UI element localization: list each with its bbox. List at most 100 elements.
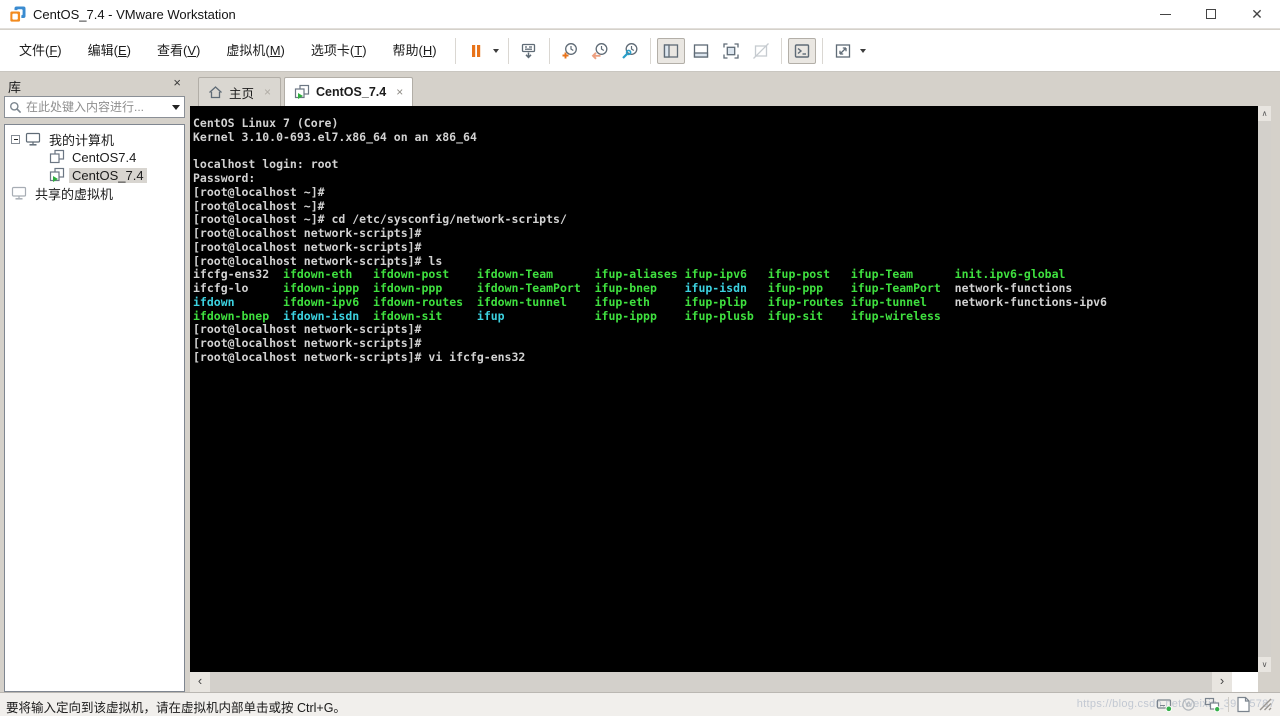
terminal-text: ifcfg-lo [193,281,284,295]
message-log-icon[interactable] [1236,696,1251,713]
show-thumbnails-button[interactable] [687,38,715,64]
terminal-text: ifup-sit [767,308,851,323]
menu-toolbar-row: 文件(F) 编辑(E) 查看(V) 虚拟机(M) 选项卡(T) 帮助(H) [0,30,1280,72]
tab-CentOS_7.4[interactable]: CentOS_7.4 × [284,77,414,106]
menu-item[interactable]: 编辑(E) [75,30,144,72]
terminal-text: [root@localhost network-scripts]# vi ifc… [193,349,526,364]
minimize-button[interactable] [1142,0,1188,28]
library-close-icon[interactable]: × [173,75,181,90]
guest-console-screen[interactable]: CentOS Linux 7 (Core) Kernel 3.10.0-693.e… [190,106,1258,672]
terminal-text: [root@localhost network-scripts]# [193,322,422,337]
console-view-icon [792,41,812,61]
terminal-text: Password: [193,171,256,185]
fit-guest-icon [833,41,853,61]
scroll-down-icon[interactable]: ∨ [1258,657,1271,672]
manage-snapshots-button[interactable] [616,38,644,64]
status-message: 要将输入定向到该虚拟机，请在虚拟机内部单击或按 Ctrl+G。 [6,701,346,715]
sidebar-item-共享的虚拟机[interactable]: 共享的虚拟机 [5,184,184,202]
terminal-text: [root@localhost ~]# cd /etc/sysconfig/ne… [193,212,567,227]
tab-close-icon[interactable]: × [264,85,271,99]
scroll-left-icon[interactable]: ‹ [190,672,210,692]
ctrl-alt-del-button[interactable] [515,38,543,64]
terminal-text: [root@localhost network-scripts]# [193,336,422,350]
hard-disk-icon[interactable] [1156,696,1173,713]
library-panel: 库 × 我的计算机CentOS7.4 CentOS_7.4 共享的虚拟机 [0,72,190,692]
scroll-up-icon[interactable]: ∧ [1258,106,1271,121]
search-input[interactable] [26,100,172,114]
toolbar-separator [507,37,509,64]
vm-running-icon [294,84,310,100]
device-status-icons [1156,693,1273,716]
terminal-text: ifup-Team [850,267,955,282]
search-dropdown-icon[interactable] [172,104,180,110]
close-button[interactable]: ✕ [1234,0,1280,28]
terminal-text: ifdown-post [373,267,477,282]
terminal-text: [root@localhost network-scripts]# [193,239,422,254]
take-snapshot-icon [560,41,580,61]
menu-item[interactable]: 查看(V) [144,30,213,72]
vertical-scrollbar[interactable]: ∧ ∨ [1258,106,1271,672]
dropdown-arrow-icon[interactable] [492,48,499,53]
sidebar-item-CentOS7.4[interactable]: CentOS7.4 [5,148,184,166]
terminal-text: ifdown-Team [476,267,595,282]
collapse-icon[interactable] [11,134,20,144]
terminal-text: ifup-post [767,267,851,282]
vmware-logo-icon [9,6,26,23]
menu-item[interactable]: 帮助(H) [380,30,450,72]
terminal-text: localhost login: root [193,157,339,172]
horizontal-scrollbar[interactable]: ‹ › [190,672,1232,692]
menu-item[interactable]: 虚拟机(M) [213,30,298,72]
pause-icon [466,41,486,61]
fit-guest-button[interactable] [829,38,857,64]
terminal-line: Kernel 3.10.0-693.el7.x86_64 on an x86_6… [193,130,1258,145]
vm-running-icon [49,167,65,183]
tab-label: CentOS_7.4 [316,85,387,99]
tree-item-label: 我的计算机 [49,132,115,148]
terminal-text: ifdown-tunnel [476,294,595,309]
terminal-line: Password: [193,171,1258,186]
terminal-line: [root@localhost network-scripts]# vi ifc… [193,349,1258,365]
tab-close-icon[interactable]: × [396,85,403,99]
network-adapter-icon[interactable] [1204,696,1221,713]
manage-snapshots-icon [620,41,640,61]
toolbar-separator [548,37,550,64]
library-search [4,96,185,118]
terminal-line: [root@localhost network-scripts]# [193,322,1258,337]
menu-item[interactable]: 选项卡(T) [298,30,380,72]
terminal-text: ifup-TeamPort [850,281,955,295]
resize-grip[interactable] [1258,697,1273,712]
toolbar [461,37,870,64]
cd-rom-icon[interactable] [1180,696,1197,713]
dropdown-arrow-icon[interactable] [859,48,866,53]
toolbar-separator [454,37,456,64]
terminal-text: ifup-plip [684,294,768,309]
sidebar-item-CentOS_7.4[interactable]: CentOS_7.4 [5,166,184,184]
terminal-line: ifcfg-lo ifdown-ippp ifdown-ppp ifdown-T… [193,281,1258,296]
terminal-text: [root@localhost ~]# [193,198,325,213]
show-library-button[interactable] [656,37,685,64]
unity-mode-button[interactable] [747,38,775,64]
sidebar-item-我的计算机[interactable]: 我的计算机 [5,130,184,148]
terminal-text: CentOS Linux 7 (Core) [193,116,339,130]
take-snapshot-button[interactable] [556,38,584,64]
menu-item[interactable]: 文件(F) [6,30,75,72]
terminal-text: ifdown-ppp [373,281,477,295]
tab-主页[interactable]: 主页 × [198,77,282,106]
terminal-text: ifup-routes [767,294,851,309]
revert-snapshot-button[interactable] [586,38,614,64]
terminal-line: [root@localhost ~]# cd /etc/sysconfig/ne… [193,212,1258,227]
terminal-text: [root@localhost ~]# [193,184,325,199]
scroll-right-icon[interactable]: › [1212,672,1232,692]
pause-button[interactable] [462,38,490,64]
console-view-button[interactable] [787,37,816,64]
maximize-button[interactable] [1188,0,1234,28]
fullscreen-icon [721,41,741,61]
terminal-text: ifdown-bnep [193,308,284,323]
terminal-text: init.ipv6-global [954,267,1066,282]
terminal-line: [root@localhost ~]# [193,198,1258,214]
terminal-text: ifcfg-ens32 [193,267,284,282]
terminal-text: ifup-tunnel [850,294,955,309]
fullscreen-button[interactable] [717,38,745,64]
terminal-text: ifup-plusb [684,308,768,323]
